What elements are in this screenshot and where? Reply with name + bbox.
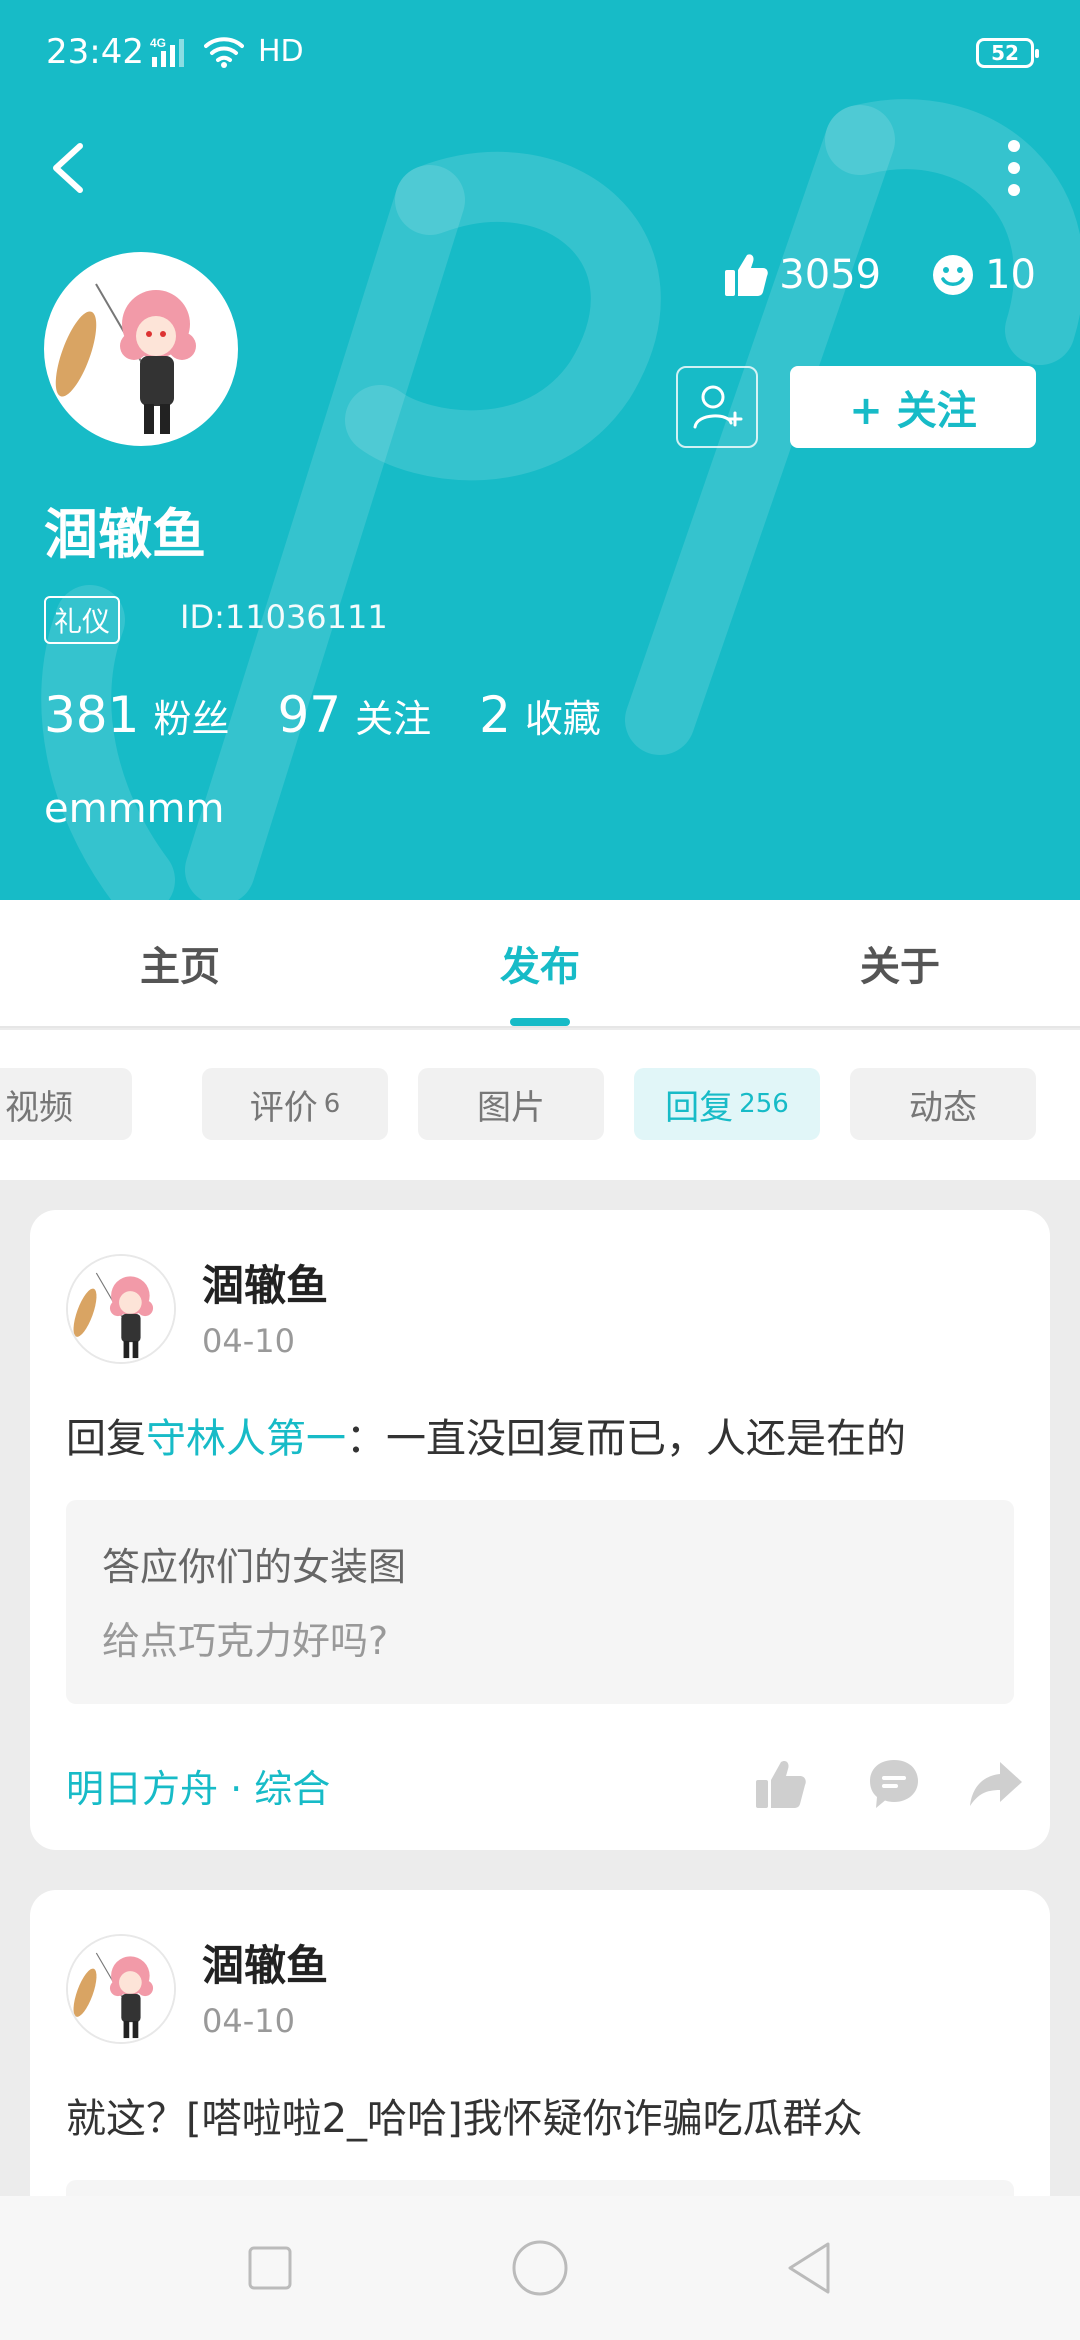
likes-stat: 3059 — [723, 252, 881, 298]
profile-id: ID:11036111 — [180, 598, 388, 636]
favorites-count[interactable]: 2 — [479, 686, 511, 744]
chip-count: 6 — [323, 1089, 341, 1119]
profile-avatar[interactable] — [44, 252, 238, 446]
svg-text:4G: 4G — [150, 36, 166, 50]
reply-prefix: 回复 — [66, 1416, 146, 1462]
profile-tabs: 主页 发布 关于 — [0, 900, 1080, 1028]
follow-button[interactable]: + 关注 — [790, 366, 1036, 448]
share-button[interactable] — [968, 1756, 1024, 1812]
chip-label: 图片 — [477, 1087, 545, 1128]
tab-posts[interactable]: 发布 — [360, 900, 720, 1026]
favorites-label[interactable]: 收藏 — [525, 688, 601, 743]
post-date: 04-10 — [202, 2002, 295, 2040]
cellular-signal-icon: 4G — [150, 36, 184, 67]
following-label[interactable]: 关注 — [355, 688, 431, 743]
nav-back-button[interactable] — [780, 2238, 840, 2298]
home-button[interactable] — [510, 2238, 570, 2298]
quoted-post-subtitle: 给点巧克力好吗? — [102, 1619, 389, 1663]
profile-bio: emmmm — [44, 786, 225, 832]
fans-count[interactable]: 381 — [44, 686, 139, 744]
add-user-icon — [693, 385, 743, 429]
smiles-count: 10 — [985, 252, 1036, 298]
post-author-avatar[interactable] — [66, 1934, 176, 2044]
chip-count: 256 — [739, 1089, 789, 1119]
profile-header: 23:42 4G HD 52 3059 10 + 关注 涸辙鱼 礼仪 ID:11… — [0, 0, 1080, 900]
profile-username: 涸辙鱼 — [44, 503, 206, 566]
profile-reactions: 3059 10 — [673, 252, 1036, 298]
post-card[interactable]: 涸辙鱼 04-10 就这？[嗒啦啦2_哈哈]我怀疑你诈骗吃瓜群众 — [30, 1890, 1050, 2220]
quoted-post[interactable]: 答应你们的女装图 给点巧克力好吗? — [66, 1500, 1014, 1704]
avatar-illustration — [68, 1256, 174, 1362]
chip-label: 动态 — [909, 1087, 977, 1128]
smiles-stat: 10 — [931, 252, 1036, 298]
post-card[interactable]: 涸辙鱼 04-10 回复守林人第一：一直没回复而已，人还是在的 答应你们的女装图… — [30, 1210, 1050, 1850]
more-options-button[interactable] — [1004, 138, 1024, 198]
avatar-illustration — [46, 254, 236, 444]
likes-count: 3059 — [779, 252, 882, 298]
post-author-name[interactable]: 涸辙鱼 — [202, 1932, 328, 1993]
chip-images[interactable]: 图片 — [418, 1068, 604, 1140]
chip-label: 回复 — [665, 1087, 734, 1128]
status-time: 23:42 — [46, 32, 144, 72]
chip-activity[interactable]: 动态 — [850, 1068, 1036, 1140]
wifi-icon — [204, 36, 244, 68]
add-friend-button[interactable] — [676, 366, 758, 448]
comment-button[interactable] — [866, 1756, 922, 1812]
post-author-name[interactable]: 涸辙鱼 — [202, 1252, 328, 1313]
post-date: 04-10 — [202, 1322, 295, 1360]
watermark-logo — [41, 99, 1080, 900]
status-bar: 23:42 4G HD 52 — [0, 0, 1080, 110]
thumbs-up-icon — [725, 254, 769, 296]
chip-video[interactable]: 视频 — [0, 1068, 132, 1140]
system-nav-bar — [0, 2196, 1080, 2340]
chip-replies[interactable]: 回复 256 — [634, 1068, 820, 1140]
post-text: 就这？[嗒啦啦2_哈哈]我怀疑你诈骗吃瓜群众 — [66, 2096, 863, 2142]
like-button[interactable] — [752, 1756, 808, 1812]
fans-label[interactable]: 粉丝 — [153, 688, 229, 743]
post-author-avatar[interactable] — [66, 1254, 176, 1364]
reply-body: ：一直没回复而已，人还是在的 — [346, 1416, 906, 1462]
following-count[interactable]: 97 — [277, 686, 341, 744]
chip-label: 视频 — [5, 1087, 73, 1128]
profile-counts: 381 粉丝 97 关注 2 收藏 — [44, 686, 649, 744]
hd-indicator: HD — [258, 34, 304, 69]
quoted-post-title: 答应你们的女装图 — [102, 1545, 407, 1589]
reply-target-link[interactable]: 守林人第一 — [146, 1416, 346, 1462]
back-button[interactable] — [44, 140, 94, 196]
chip-reviews[interactable]: 评价 6 — [202, 1068, 388, 1140]
post-source-link[interactable]: 明日方舟 · 综合 — [66, 1758, 330, 1813]
post-text: 回复守林人第一：一直没回复而已，人还是在的 — [66, 1406, 1014, 1464]
battery-icon: 52 — [976, 38, 1039, 68]
status-icons: 4G HD — [150, 34, 304, 69]
avatar-illustration — [68, 1936, 174, 2042]
tab-home[interactable]: 主页 — [0, 900, 360, 1026]
profile-badge: 礼仪 — [44, 596, 121, 644]
tab-about[interactable]: 关于 — [720, 900, 1080, 1026]
smile-icon — [933, 255, 974, 295]
chip-label: 评价 — [249, 1087, 318, 1128]
content-filter-chips: 视频 评价 6 图片 回复 256 动态 — [0, 1030, 1080, 1180]
recent-apps-button[interactable] — [240, 2238, 300, 2298]
